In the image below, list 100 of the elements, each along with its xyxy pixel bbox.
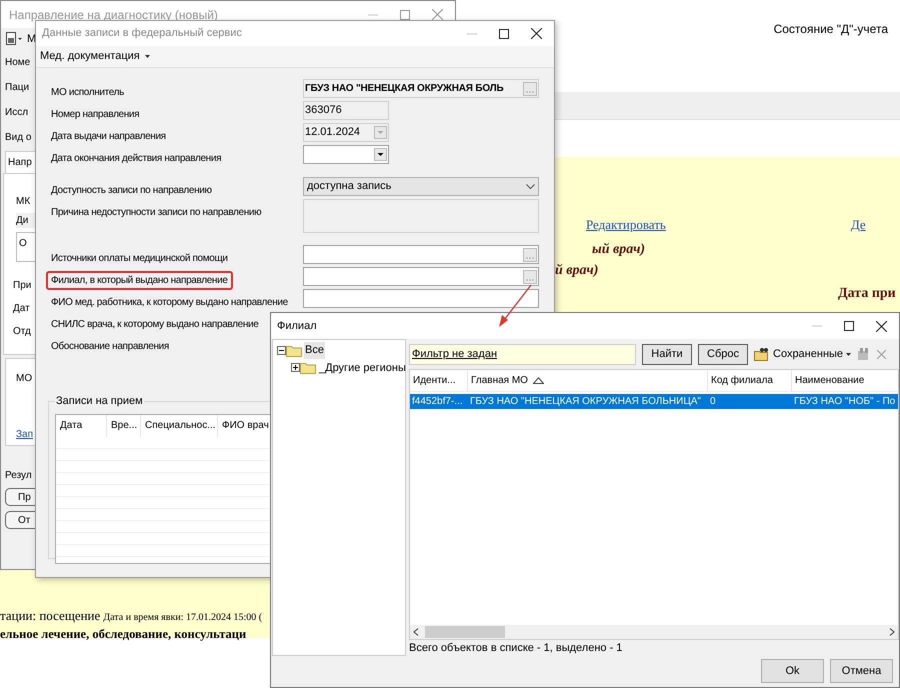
group-label: МК [16, 195, 30, 209]
document-icon[interactable] [5, 32, 23, 46]
field-label: Дата выдачи направления [50, 130, 167, 144]
edit-link[interactable]: Редактировать [586, 215, 666, 234]
chevron-down-icon [526, 184, 535, 190]
field-label: Вид о [5, 131, 32, 145]
field-label: Иссл [5, 106, 28, 120]
filter-text: Фильтр не задан [412, 346, 498, 362]
folder-icon [300, 361, 316, 374]
field-label: ФИО мед. работника, к которому выдано направление [50, 296, 289, 310]
field-label: Доступность записи по направлению [50, 184, 213, 198]
date-field[interactable] [303, 145, 389, 164]
tree-item[interactable]: Все [304, 342, 325, 358]
column-header[interactable]: Код филиала [708, 370, 792, 391]
date-heading: Дата при [838, 284, 896, 302]
horizontal-scrollbar[interactable] [410, 625, 898, 639]
field-label: Номе [5, 56, 30, 70]
field-label: Номер направления [50, 108, 140, 122]
folder-binoculars-icon [754, 347, 770, 361]
doctor-line: й врач) [555, 262, 598, 280]
field-label: Дат [13, 302, 30, 316]
table-row[interactable]: f4452bf7-... ГБУЗ НАО "НЕНЕЦКАЯ ОКРУЖНАЯ БОЛЬНИЦА" 0 ГБУЗ НАО "НОБ" - По [410, 394, 898, 409]
tree-item[interactable]: _Другие регионы [318, 360, 407, 376]
folder-icon [286, 344, 302, 357]
link[interactable]: Де [850, 215, 866, 234]
lookup-field[interactable] [303, 267, 539, 286]
link[interactable]: Зап [16, 427, 34, 442]
field-label: Обоснование направления [50, 340, 170, 354]
column-title: Код филиала [711, 374, 773, 388]
lookup-field[interactable] [303, 245, 539, 264]
filter-field[interactable]: Фильтр не задан [409, 344, 636, 364]
column-header[interactable]: Дата [56, 414, 107, 436]
maximize-icon[interactable] [499, 28, 509, 38]
treatment-line: ельное лечение, обследование, консультаци [0, 626, 246, 643]
tab[interactable]: Напр [5, 151, 36, 173]
caret-icon [846, 352, 852, 356]
saved-filters-button[interactable]: Сохраненные [754, 346, 852, 362]
column-header[interactable]: Иденти... [410, 370, 468, 391]
field-label: Филиал, в который выдано направление [46, 271, 233, 290]
scroll-right-icon[interactable] [889, 628, 895, 636]
column-header[interactable]: Вре... [107, 414, 141, 436]
maximize-icon[interactable] [844, 321, 854, 331]
scroll-left-icon[interactable] [413, 628, 419, 636]
visit-text: тации: посещение [0, 606, 100, 625]
expand-icon[interactable] [291, 363, 300, 372]
column-header: Ди [16, 213, 36, 228]
window-title: Направление на диагностику (новый) [9, 6, 218, 24]
column-title: Иденти... [413, 374, 456, 388]
field-value: ГБУЗ НАО "НЕНЕЦКАЯ ОКРУЖНАЯ БОЛЬ [305, 84, 504, 94]
field-label: МО исполнитель [50, 86, 126, 100]
visit-date: Дата и время явки: 17.01.2024 15:00 ( [103, 610, 262, 624]
column-header[interactable]: Наименование [792, 370, 898, 391]
status-text: Всего объектов в списке - 1, выделено - 1 [409, 641, 622, 656]
status-heading: Состояние "Д"-учета [774, 21, 888, 38]
ok-button[interactable]: Ok [761, 659, 824, 683]
field-label: СНИЛС врача, к которому выдано направление [50, 318, 260, 332]
column-title: Наименование [795, 374, 864, 388]
field-label: Резул [5, 469, 32, 483]
column-header[interactable]: Главная МО [468, 370, 708, 391]
close-icon[interactable] [531, 28, 542, 39]
scrollbar-thumb[interactable] [425, 626, 505, 638]
text-field[interactable] [303, 289, 539, 308]
table-cell-text: f4452bf7-... [412, 395, 463, 409]
column-header[interactable]: Специальнос... [141, 414, 218, 436]
field-label: Дата окончания действия направления [50, 152, 222, 166]
sort-icon [532, 377, 544, 384]
action-button[interactable]: От [5, 511, 36, 529]
group-title: Записи на прием [55, 394, 144, 409]
dropdown-icon[interactable] [374, 148, 387, 161]
table-cell-text: 0 [710, 395, 716, 409]
reset-button[interactable]: Сброс [698, 344, 748, 364]
field-label: Источники оплаты медицинской помощи [50, 252, 229, 266]
field-value: 12.01.2024 [305, 125, 360, 140]
search-button[interactable]: Найти [642, 344, 692, 364]
close-icon[interactable] [876, 320, 887, 332]
window-title: Филиал [277, 318, 317, 334]
field-label: Отд [13, 325, 31, 339]
delete-icon[interactable] [877, 350, 886, 358]
cancel-button[interactable]: Отмена [830, 659, 893, 683]
field-label: Причина недоступности записи по направлению [50, 206, 262, 220]
caret-icon [144, 55, 150, 58]
field-value: 363076 [305, 103, 342, 118]
minimize-icon[interactable] [812, 325, 822, 327]
table-cell-text: ГБУЗ НАО "НОБ" - По [794, 395, 896, 409]
menu-button[interactable]: Мед. документация [40, 48, 150, 65]
window-title: Данные записи в федеральный сервис [42, 26, 242, 42]
pointer-arrow [499, 284, 532, 327]
browse-button[interactable] [523, 248, 537, 262]
field-label: При [13, 279, 32, 293]
select-field[interactable]: доступна запись [303, 177, 539, 196]
collapse-icon[interactable] [277, 346, 286, 355]
minimize-icon[interactable] [467, 32, 477, 34]
field-label: Паци [5, 81, 30, 95]
field-value: доступна запись [307, 179, 392, 194]
column-title: Главная МО [471, 374, 528, 388]
table-cell-text: ГБУЗ НАО "НЕНЕЦКАЯ ОКРУЖНАЯ БОЛЬНИЦА" [470, 395, 701, 409]
field-label: МО [16, 372, 32, 386]
action-button[interactable]: Пр [5, 488, 36, 506]
minimize-icon[interactable] [368, 14, 378, 16]
browse-button[interactable] [523, 270, 537, 284]
